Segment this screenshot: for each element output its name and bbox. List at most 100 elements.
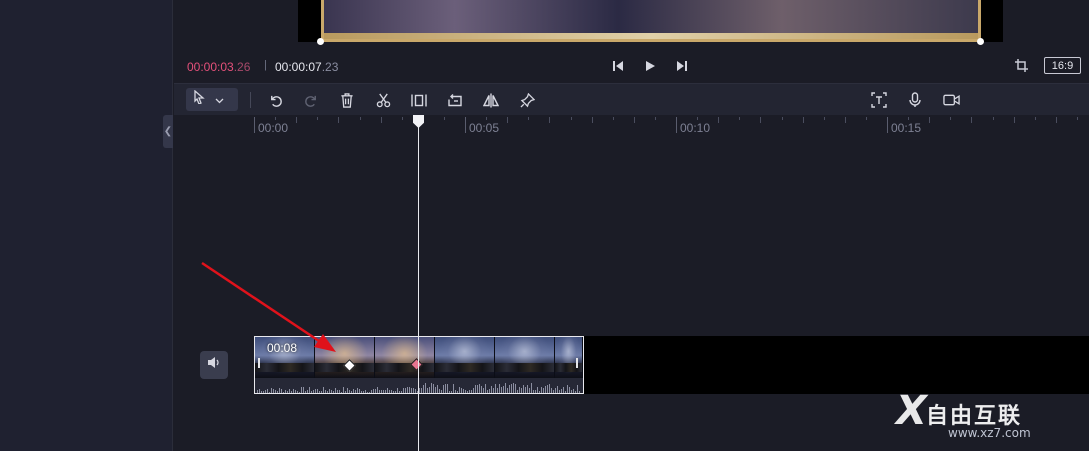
editor-window: ❮ 00:00:03.26 | 00:00:07.23 16:9 00:00 0… bbox=[0, 0, 1089, 451]
play-icon[interactable] bbox=[642, 58, 658, 74]
waveform-bar bbox=[391, 390, 392, 393]
waveform-bar bbox=[557, 386, 558, 393]
waveform-bar bbox=[335, 388, 336, 393]
waveform-bar bbox=[545, 386, 546, 393]
waveform-bar bbox=[401, 391, 402, 393]
crop-icon[interactable] bbox=[1014, 58, 1030, 74]
ruler-sub-tick bbox=[697, 117, 698, 120]
ruler-minor-tick bbox=[971, 117, 972, 123]
waveform-bar bbox=[559, 390, 560, 393]
ruler-major-tick bbox=[254, 117, 255, 133]
waveform-bar bbox=[311, 391, 312, 393]
waveform-bar bbox=[475, 385, 476, 393]
record-camera-icon[interactable] bbox=[942, 91, 960, 109]
ruler-sub-tick bbox=[739, 117, 740, 120]
waveform-bar bbox=[333, 391, 334, 393]
waveform-bar bbox=[543, 388, 544, 393]
time-ruler[interactable]: 00:00 00:05 00:10 00:15 bbox=[174, 115, 1089, 137]
waveform-bar bbox=[345, 391, 346, 393]
ruler-sub-tick bbox=[824, 117, 825, 120]
waveform-bar bbox=[573, 389, 574, 393]
waveform-bar bbox=[483, 388, 484, 393]
ruler-sub-tick bbox=[908, 117, 909, 120]
video-clip[interactable]: 00:08 bbox=[254, 336, 584, 394]
reverse-icon[interactable] bbox=[446, 91, 464, 109]
redo-icon[interactable] bbox=[302, 91, 320, 109]
ruler-minor-tick bbox=[507, 117, 508, 123]
ruler-minor-tick bbox=[760, 117, 761, 123]
select-tool-dropdown[interactable] bbox=[186, 88, 238, 111]
mirror-icon[interactable] bbox=[482, 91, 500, 109]
ruler-label: 00:15 bbox=[891, 121, 922, 135]
waveform-bar bbox=[439, 389, 440, 393]
waveform-bar bbox=[265, 390, 266, 393]
microphone-icon[interactable] bbox=[906, 91, 924, 109]
freeze-frame-icon[interactable] bbox=[410, 91, 428, 109]
ruler-minor-tick bbox=[338, 117, 339, 123]
collapse-panel-handle[interactable]: ❮ bbox=[163, 115, 173, 148]
track-volume-button[interactable] bbox=[200, 351, 228, 379]
split-icon[interactable] bbox=[374, 91, 392, 109]
delete-icon[interactable] bbox=[338, 91, 356, 109]
waveform-bar bbox=[259, 389, 260, 393]
waveform-bar bbox=[353, 389, 354, 393]
waveform-bar bbox=[497, 388, 498, 393]
waveform-bar bbox=[297, 391, 298, 393]
waveform-bar bbox=[383, 390, 384, 393]
ruler-sub-tick bbox=[613, 117, 614, 120]
current-time-frac: .26 bbox=[233, 60, 251, 74]
waveform-bar bbox=[469, 390, 470, 393]
waveform-bar bbox=[533, 390, 534, 393]
total-timecode: 00:00:07.23 bbox=[275, 60, 338, 74]
playhead-line[interactable] bbox=[418, 115, 419, 451]
waveform-bar bbox=[397, 388, 398, 393]
waveform-bar bbox=[569, 387, 570, 393]
waveform-bar bbox=[433, 384, 434, 393]
waveform-bar bbox=[337, 390, 338, 393]
skip-back-icon[interactable] bbox=[610, 58, 626, 74]
waveform-bar bbox=[313, 390, 314, 393]
preview-video-frame[interactable] bbox=[321, 0, 981, 42]
waveform-bar bbox=[511, 384, 512, 393]
waveform-bar bbox=[575, 391, 576, 393]
waveform-bar bbox=[449, 391, 450, 393]
skip-forward-icon[interactable] bbox=[674, 58, 690, 74]
clip-trim-handle-right[interactable] bbox=[576, 358, 578, 368]
clip-duration-label: 00:08 bbox=[267, 341, 298, 355]
ruler-sub-tick bbox=[402, 117, 403, 120]
waveform-bar bbox=[339, 390, 340, 393]
aspect-ratio-button[interactable]: 16:9 bbox=[1044, 57, 1081, 74]
waveform-bar bbox=[395, 391, 396, 393]
waveform-bar bbox=[287, 391, 288, 393]
waveform-bar bbox=[409, 387, 410, 393]
watermark-url: www.xz7.com bbox=[948, 426, 1031, 440]
waveform-bar bbox=[359, 389, 360, 393]
resize-handle-right[interactable] bbox=[977, 38, 984, 45]
undo-icon[interactable] bbox=[266, 91, 284, 109]
waveform-bar bbox=[489, 389, 490, 393]
resize-handle-left[interactable] bbox=[317, 38, 324, 45]
ruler-major-tick bbox=[465, 117, 466, 133]
ruler-sub-tick bbox=[571, 117, 572, 120]
waveform-bar bbox=[491, 386, 492, 393]
ruler-label: 00:00 bbox=[258, 121, 289, 135]
waveform-bar bbox=[447, 384, 448, 393]
ruler-major-tick bbox=[887, 117, 888, 133]
pointer-icon bbox=[194, 89, 205, 109]
waveform-bar bbox=[399, 391, 400, 393]
waveform-bar bbox=[375, 389, 376, 393]
waveform-bar bbox=[539, 391, 540, 393]
waveform-bar bbox=[455, 390, 456, 393]
text-to-speech-icon[interactable] bbox=[870, 91, 888, 109]
waveform-bar bbox=[457, 391, 458, 393]
marker-icon[interactable] bbox=[518, 91, 536, 109]
waveform-bar bbox=[507, 388, 508, 393]
waveform-bar bbox=[321, 391, 322, 393]
waveform-bar bbox=[349, 390, 350, 393]
clip-trim-handle-left[interactable] bbox=[258, 358, 260, 368]
waveform-bar bbox=[289, 389, 290, 393]
waveform-bar bbox=[473, 388, 474, 393]
ruler-minor-tick bbox=[634, 117, 635, 123]
waveform-bar bbox=[415, 389, 416, 393]
waveform-bar bbox=[541, 387, 542, 393]
